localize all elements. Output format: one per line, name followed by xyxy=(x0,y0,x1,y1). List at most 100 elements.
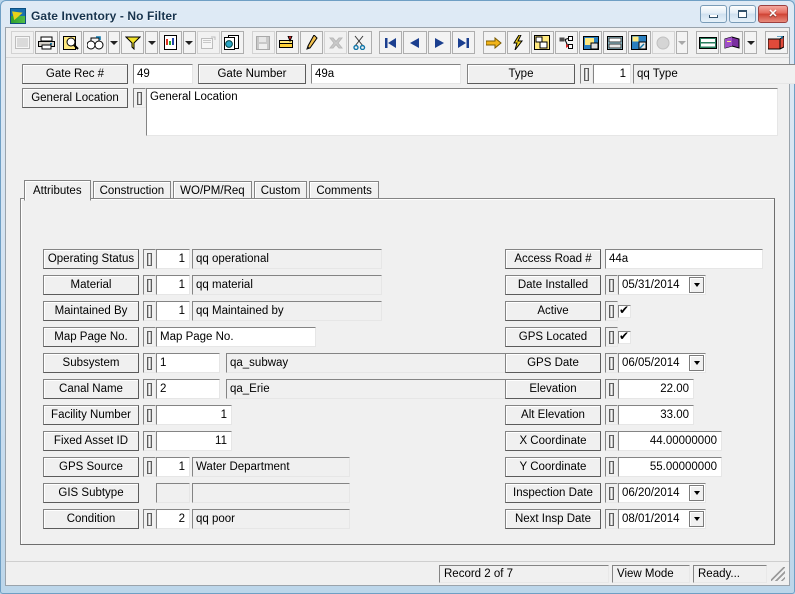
hierarchy-icon[interactable] xyxy=(555,31,579,54)
gate-number-field[interactable]: 49a xyxy=(311,64,461,84)
date-installed-field[interactable]: 05/31/2014 xyxy=(618,275,706,295)
report-dropdown-arrow[interactable] xyxy=(183,31,196,54)
general-location-lookup-button[interactable] xyxy=(133,88,146,108)
goto-icon[interactable] xyxy=(482,31,506,54)
next-insp-date-field[interactable]: 08/01/2014 xyxy=(618,509,706,529)
tab-custom[interactable]: Custom xyxy=(253,181,308,199)
form-properties-icon[interactable] xyxy=(196,31,220,54)
facility-number-lookup-button[interactable] xyxy=(143,405,156,425)
fixed-asset-id-field[interactable]: 11 xyxy=(156,431,232,451)
minimize-button[interactable] xyxy=(700,5,727,23)
next-record-icon[interactable] xyxy=(427,31,451,54)
last-record-icon[interactable] xyxy=(451,31,475,54)
find-dropdown-arrow[interactable] xyxy=(107,31,121,54)
access-road-field[interactable]: 44a xyxy=(605,249,763,269)
operating-status-label: Operating Status xyxy=(43,249,139,269)
application-window: Gate Inventory - No Filter ✕ Gate Rec # … xyxy=(0,0,795,594)
book-icon[interactable] xyxy=(720,31,744,54)
tab-page-attributes: Operating Status 1 qq operational Materi… xyxy=(20,198,775,545)
tab-wo-pm-req[interactable]: WO/PM/Req xyxy=(173,181,252,199)
mode-status-pane: View Mode xyxy=(612,564,690,583)
y-coordinate-lookup-button[interactable] xyxy=(605,457,618,477)
new-record-icon[interactable] xyxy=(275,31,300,54)
map-icon[interactable] xyxy=(530,31,555,54)
resize-grip[interactable] xyxy=(771,566,785,581)
print-icon[interactable] xyxy=(35,31,59,54)
maintained-by-code-field[interactable]: 1 xyxy=(156,301,190,321)
next-insp-date-dropdown-icon[interactable] xyxy=(689,511,704,527)
elevation-field[interactable]: 22.00 xyxy=(618,379,694,399)
book-dropdown-arrow[interactable] xyxy=(744,31,758,54)
next-insp-date-lookup-button[interactable] xyxy=(605,509,618,529)
y-coordinate-field[interactable]: 55.00000000 xyxy=(618,457,722,477)
filter-dropdown-arrow[interactable] xyxy=(145,31,158,54)
edit-record-icon[interactable] xyxy=(300,31,324,54)
x-coordinate-field[interactable]: 44.00000000 xyxy=(618,431,722,451)
tab-attributes[interactable]: Attributes xyxy=(24,180,91,201)
first-record-icon[interactable] xyxy=(379,31,403,54)
canal-name-code-field[interactable]: 2 xyxy=(156,379,220,399)
tab-comments[interactable]: Comments xyxy=(309,181,379,199)
maintained-by-lookup-button[interactable] xyxy=(143,301,156,321)
gps-date-lookup-button[interactable] xyxy=(605,353,618,373)
subsystem-code-field[interactable]: 1 xyxy=(156,353,220,373)
general-location-field[interactable]: General Location xyxy=(146,88,778,136)
gps-source-lookup-button[interactable] xyxy=(143,457,156,477)
active-checkbox[interactable] xyxy=(618,303,631,318)
lightning-icon[interactable] xyxy=(506,31,530,54)
inspection-date-field[interactable]: 06/20/2014 xyxy=(618,483,706,503)
condition-description-field: qq poor xyxy=(192,509,350,529)
image-icon[interactable] xyxy=(579,31,603,54)
gate-rec-field[interactable]: 49 xyxy=(133,64,193,84)
material-code-field[interactable]: 1 xyxy=(156,275,190,295)
fixed-asset-id-lookup-button[interactable] xyxy=(143,431,156,451)
gis-link-icon[interactable] xyxy=(627,31,651,54)
tab-construction[interactable]: Construction xyxy=(92,181,172,199)
type-lookup-button[interactable] xyxy=(580,64,593,84)
help-ball-icon[interactable] xyxy=(651,31,675,54)
gps-source-code-field[interactable]: 1 xyxy=(156,457,190,477)
save-icon[interactable] xyxy=(251,31,275,54)
filter-icon[interactable] xyxy=(121,31,145,54)
copy-record-icon[interactable] xyxy=(220,31,244,54)
gps-date-dropdown-icon[interactable] xyxy=(689,355,704,371)
delete-record-icon[interactable] xyxy=(324,31,348,54)
help-dropdown-arrow[interactable] xyxy=(675,31,689,54)
select-tool-icon[interactable] xyxy=(11,31,35,54)
date-installed-lookup-button[interactable] xyxy=(605,275,618,295)
gps-located-lookup-button[interactable] xyxy=(605,327,618,347)
type-code-field[interactable]: 1 xyxy=(593,64,631,84)
x-coordinate-label: X Coordinate xyxy=(505,431,601,451)
gps-date-field[interactable]: 06/05/2014 xyxy=(618,353,706,373)
alt-elevation-lookup-button[interactable] xyxy=(605,405,618,425)
operating-status-code-field[interactable]: 1 xyxy=(156,249,190,269)
exit-icon[interactable] xyxy=(764,31,788,54)
inspection-date-lookup-button[interactable] xyxy=(605,483,618,503)
print-preview-icon[interactable] xyxy=(59,31,83,54)
condition-label: Condition xyxy=(43,509,139,529)
condition-code-field[interactable]: 2 xyxy=(156,509,190,529)
x-coordinate-lookup-button[interactable] xyxy=(605,431,618,451)
canal-name-lookup-button[interactable] xyxy=(143,379,156,399)
cut-icon[interactable] xyxy=(348,31,372,54)
gps-located-checkbox[interactable] xyxy=(618,329,631,344)
subsystem-lookup-button[interactable] xyxy=(143,353,156,373)
keyboard-icon[interactable] xyxy=(696,31,720,54)
report-icon[interactable] xyxy=(158,31,183,54)
previous-record-icon[interactable] xyxy=(403,31,427,54)
condition-lookup-button[interactable] xyxy=(143,509,156,529)
alt-elevation-field[interactable]: 33.00 xyxy=(618,405,694,425)
inspection-date-dropdown-icon[interactable] xyxy=(689,485,704,501)
active-lookup-button[interactable] xyxy=(605,301,618,321)
find-icon[interactable] xyxy=(83,31,107,54)
fax-icon[interactable] xyxy=(603,31,627,54)
map-page-no-field[interactable]: Map Page No. xyxy=(156,327,316,347)
date-installed-dropdown-icon[interactable] xyxy=(689,277,704,293)
map-page-no-lookup-button[interactable] xyxy=(143,327,156,347)
close-button[interactable]: ✕ xyxy=(758,5,788,23)
elevation-lookup-button[interactable] xyxy=(605,379,618,399)
material-lookup-button[interactable] xyxy=(143,275,156,295)
maximize-button[interactable] xyxy=(729,5,756,23)
facility-number-field[interactable]: 1 xyxy=(156,405,232,425)
operating-status-lookup-button[interactable] xyxy=(143,249,156,269)
